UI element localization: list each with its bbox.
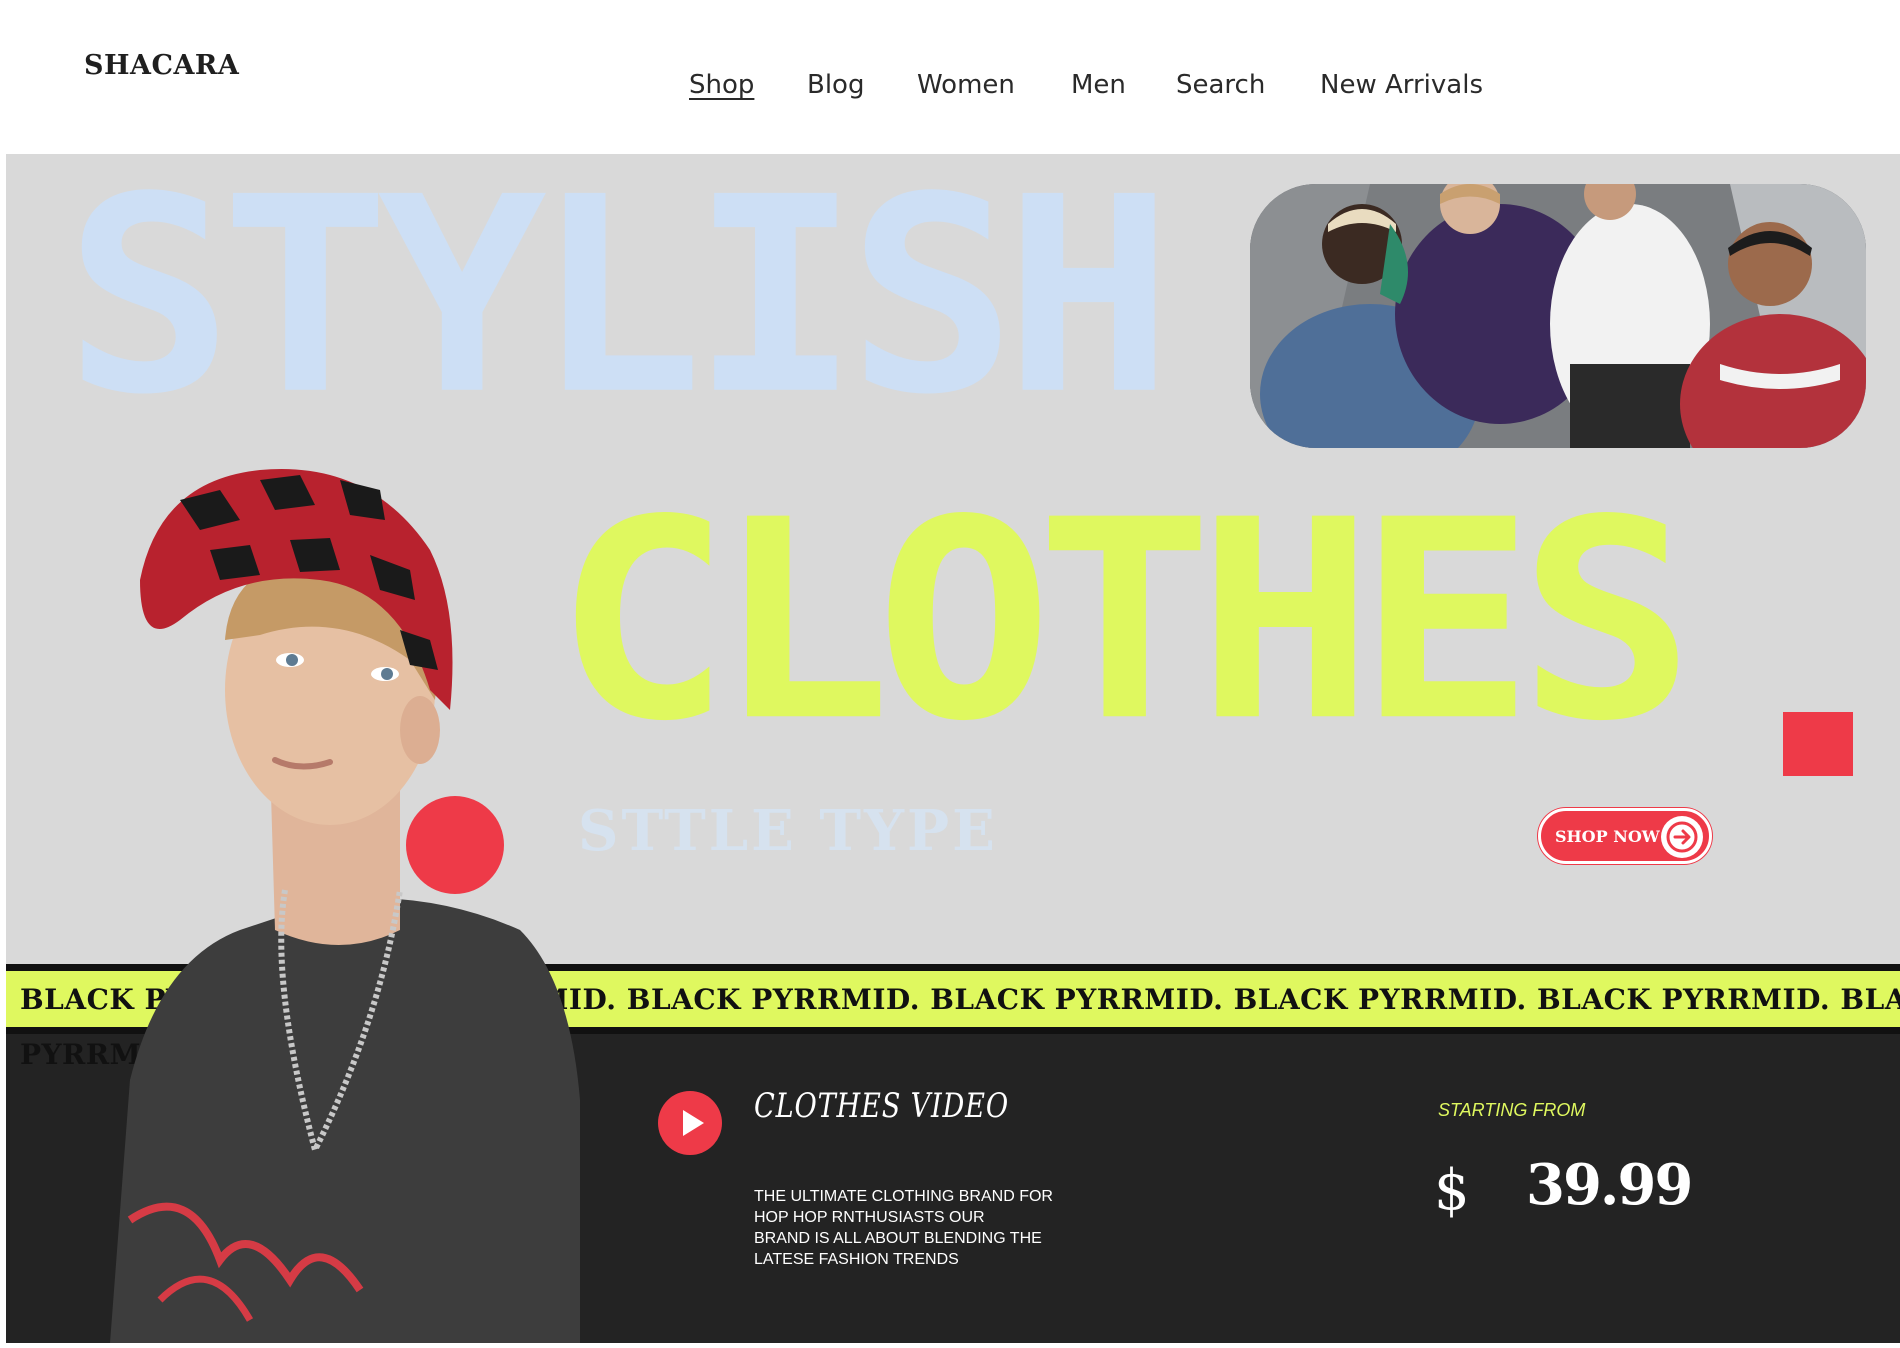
nav-search[interactable]: Search bbox=[1176, 70, 1265, 100]
site-header: SHACARA Shop Blog Women Men Search New A… bbox=[6, 0, 1900, 154]
brand-logo[interactable]: SHACARA bbox=[84, 50, 239, 81]
nav-blog[interactable]: Blog bbox=[807, 70, 864, 100]
description-line: THE ULTIMATE CLOTHING BRAND FOR bbox=[754, 1188, 1053, 1205]
video-title: CLOTHES VIDEO bbox=[754, 1086, 1009, 1126]
nav-shop[interactable]: Shop bbox=[689, 70, 754, 100]
headline-clothes: CLOTHES bbox=[554, 461, 1695, 782]
currency-symbol: $ bbox=[1434, 1158, 1470, 1223]
description-line: LATESE FASHION TRENDS bbox=[754, 1251, 959, 1268]
period-accent bbox=[1783, 712, 1853, 776]
price-amount: 39.99 bbox=[1526, 1152, 1693, 1218]
nav-new-arrivals[interactable]: New Arrivals bbox=[1320, 70, 1483, 100]
headline-stylish: STYLISH bbox=[64, 154, 1173, 454]
nav-men[interactable]: Men bbox=[1071, 70, 1126, 100]
arrow-right-icon bbox=[1661, 816, 1703, 858]
nav-women[interactable]: Women bbox=[917, 70, 1015, 100]
play-icon[interactable] bbox=[658, 1091, 722, 1155]
group-photo bbox=[1250, 184, 1866, 448]
shop-now-button[interactable]: SHOP NOW bbox=[1538, 808, 1712, 864]
starting-from-label: STARTING FROM bbox=[1438, 1100, 1586, 1120]
hero-subtitle: STTLE TYPE bbox=[578, 798, 998, 864]
description-line: HOP HOP RNTHUSIASTS OUR bbox=[754, 1209, 985, 1226]
description-line: BRAND IS ALL ABOUT BLENDING THE bbox=[754, 1230, 1042, 1247]
shop-now-label: SHOP NOW bbox=[1555, 827, 1660, 846]
model-photo bbox=[100, 460, 580, 1343]
video-description: THE ULTIMATE CLOTHING BRAND FOR HOP HOP … bbox=[754, 1186, 1064, 1270]
